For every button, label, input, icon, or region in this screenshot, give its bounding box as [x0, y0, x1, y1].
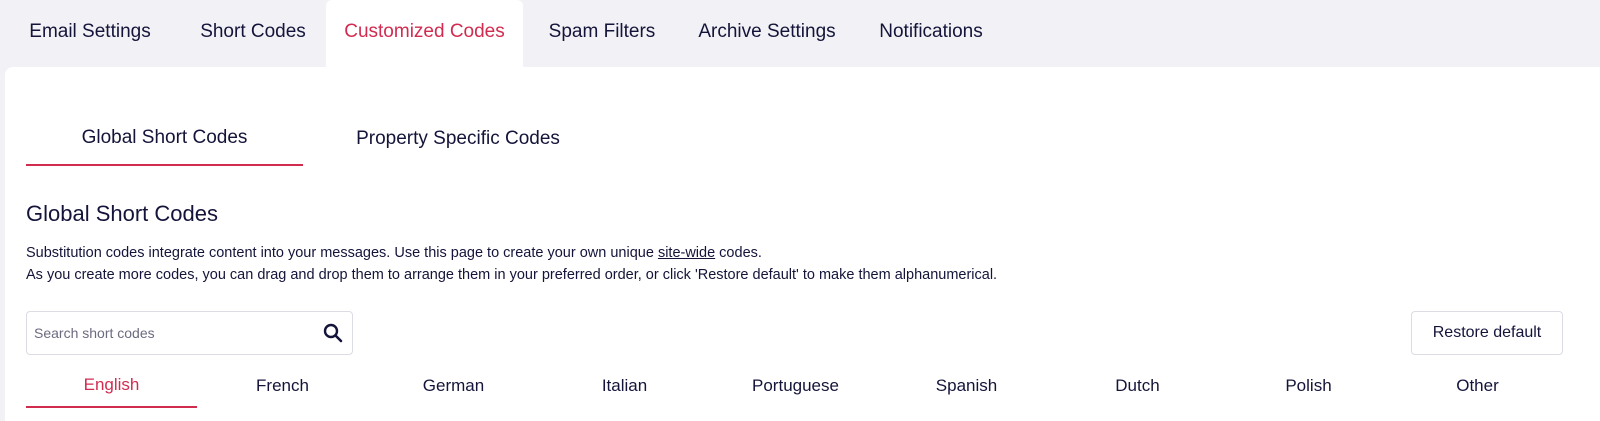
description-line-2: As you create more codes, you can drag a…: [26, 267, 998, 283]
tab-spam-filters[interactable]: Spam Filters: [523, 0, 681, 67]
tab-language-dutch[interactable]: Dutch: [1052, 364, 1223, 408]
search-input[interactable]: [27, 312, 307, 354]
tab-customized-codes[interactable]: Customized Codes: [326, 0, 523, 67]
description-text: codes.: [715, 245, 762, 261]
tab-language-english[interactable]: English: [26, 364, 197, 408]
search-box: [26, 311, 353, 355]
restore-default-button[interactable]: Restore default: [1411, 311, 1563, 355]
code-scope-tabs: Global Short Codes Property Specific Cod…: [26, 111, 626, 166]
tab-language-italian[interactable]: Italian: [539, 364, 710, 408]
site-wide-link[interactable]: site-wide: [658, 245, 715, 261]
tab-email-settings[interactable]: Email Settings: [0, 0, 180, 67]
section-description: Substitution codes integrate content int…: [26, 242, 997, 286]
tab-language-polish[interactable]: Polish: [1223, 364, 1394, 408]
description-line-1: Substitution codes integrate content int…: [26, 242, 997, 264]
tab-language-spanish[interactable]: Spanish: [881, 364, 1052, 408]
description-text: Substitution codes integrate content int…: [26, 245, 658, 261]
section-title: Global Short Codes: [26, 201, 218, 226]
customized-codes-panel: Global Short Codes Property Specific Cod…: [5, 67, 1600, 421]
subtab-property-specific-codes[interactable]: Property Specific Codes: [323, 111, 593, 166]
search-icon[interactable]: [323, 323, 343, 343]
tab-notifications[interactable]: Notifications: [853, 0, 1009, 67]
tab-short-codes[interactable]: Short Codes: [180, 0, 326, 67]
language-tabs: English French German Italian Portuguese…: [26, 364, 1563, 408]
subtab-global-short-codes[interactable]: Global Short Codes: [26, 111, 303, 166]
tab-language-other[interactable]: Other: [1392, 364, 1563, 408]
tab-language-french[interactable]: French: [197, 364, 368, 408]
tab-archive-settings[interactable]: Archive Settings: [681, 0, 853, 67]
tab-language-german[interactable]: German: [368, 364, 539, 408]
top-tab-bar: Email Settings Short Codes Customized Co…: [0, 0, 1600, 67]
tab-language-portuguese[interactable]: Portuguese: [710, 364, 881, 408]
